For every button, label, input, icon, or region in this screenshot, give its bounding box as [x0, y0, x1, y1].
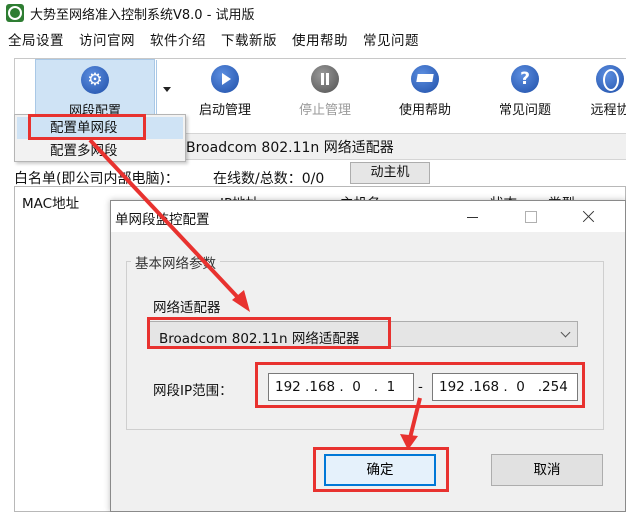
remote-assist-label: 远程协: [590, 103, 626, 118]
faq-label: 常见问题: [498, 103, 551, 118]
adapter-header-text: Broadcom 802.11n 网络适配器: [186, 140, 394, 156]
start-management-label: 启动管理: [198, 103, 251, 118]
stop-management-button[interactable]: 停止管理: [275, 59, 375, 119]
help-label: 使用帮助: [398, 103, 451, 118]
ip-end-field[interactable]: [432, 373, 578, 401]
net-config-dropdown: 配置单网段 配置多网段: [14, 114, 186, 162]
faq-button[interactable]: 常见问题: [475, 59, 575, 119]
single-segment-dialog: 单网段监控配置 基本网络参数 网络适配器 Broadcom 802.11n 网络…: [110, 200, 626, 512]
adapter-select[interactable]: Broadcom 802.11n 网络适配器: [148, 321, 578, 347]
remote-assist-button[interactable]: 远程协: [580, 59, 626, 119]
pause-icon: [311, 65, 339, 93]
adapter-select-value: Broadcom 802.11n 网络适配器: [159, 331, 360, 347]
menu-visit-website[interactable]: 访问官网: [79, 29, 135, 49]
chevron-down-icon: [562, 329, 571, 338]
menu-download-new[interactable]: 下载新版: [221, 29, 277, 49]
menu-software-intro[interactable]: 软件介绍: [150, 29, 206, 49]
ip-range-label: 网段IP范围：: [153, 383, 233, 399]
start-management-button[interactable]: 启动管理: [175, 59, 275, 119]
menu-config-multi-segment[interactable]: 配置多网段: [17, 140, 183, 162]
ip-start-field[interactable]: [268, 373, 414, 401]
ip-range-dash: -: [418, 379, 423, 395]
app-window: 大势至网络准入控制系统V8.0 - 试用版 全局设置 访问官网 软件介绍 下载新…: [0, 0, 626, 512]
menu-faq[interactable]: 常见问题: [363, 29, 419, 49]
menu-bar: 全局设置 访问官网 软件介绍 下载新版 使用帮助 常见问题: [0, 27, 434, 51]
chevron-down-icon[interactable]: [156, 60, 176, 118]
adapter-label: 网络适配器: [153, 300, 221, 316]
minimize-icon[interactable]: [462, 206, 484, 228]
window-title: 大势至网络准入控制系统V8.0 - 试用版: [30, 7, 255, 23]
stop-management-label: 停止管理: [298, 103, 351, 118]
menu-config-single-segment[interactable]: 配置单网段: [17, 117, 183, 139]
net-config-button[interactable]: 网段配置: [35, 59, 157, 119]
group-title: 基本网络参数: [131, 252, 220, 272]
maximize-icon[interactable]: [520, 206, 542, 228]
toolbar: 网段配置 启动管理 停止管理 使用帮助 常见问题 远程协: [14, 58, 626, 119]
whitelist-label: 白名单(即公司内部电脑)：: [14, 171, 179, 187]
dialog-title: 单网段监控配置: [115, 212, 210, 228]
gear-icon: [81, 66, 109, 94]
column-mac: MAC地址: [22, 196, 80, 212]
close-icon[interactable]: [578, 206, 600, 228]
graduation-cap-icon: [411, 65, 439, 93]
help-button[interactable]: 使用帮助: [375, 59, 475, 119]
host-button[interactable]: 动主机: [350, 162, 430, 184]
cancel-button[interactable]: 取消: [491, 454, 603, 486]
title-bar: 大势至网络准入控制系统V8.0 - 试用版: [0, 0, 626, 26]
menu-global-settings[interactable]: 全局设置: [8, 29, 64, 49]
menu-help[interactable]: 使用帮助: [292, 29, 348, 49]
online-count-label: 在线数/总数：0/0: [213, 171, 325, 187]
globe-icon: [596, 65, 624, 93]
dialog-title-bar: 单网段监控配置: [111, 201, 625, 232]
question-icon: [511, 65, 539, 93]
play-icon: [211, 65, 239, 93]
ok-button[interactable]: 确定: [324, 454, 436, 486]
app-logo-icon: [6, 4, 24, 22]
